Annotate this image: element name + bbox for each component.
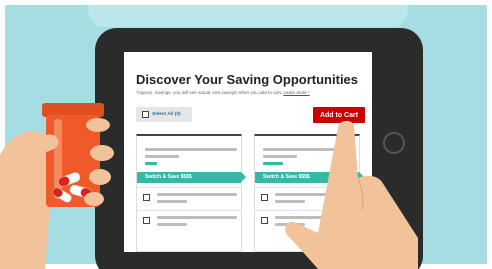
product-card: Switch & Save $$$$ (136, 134, 246, 252)
select-all-label: Select All (0) (152, 112, 181, 117)
list-item[interactable] (137, 210, 241, 233)
select-all-button[interactable]: Select All (0) (136, 107, 192, 122)
page-title: Discover Your Saving Opportunities (136, 72, 359, 87)
placeholder-accent (145, 162, 157, 165)
learn-more-link[interactable]: Learn more › (283, 90, 309, 95)
placeholder-line (157, 216, 237, 219)
checkbox-icon[interactable] (143, 194, 150, 201)
placeholder-line (145, 155, 179, 158)
hand-icon (285, 121, 418, 269)
checkbox-icon[interactable] (261, 217, 268, 224)
list-item[interactable] (137, 187, 241, 210)
pill-bottle-cap (42, 103, 104, 117)
placeholder-line (157, 200, 187, 203)
checkbox-icon[interactable] (142, 111, 149, 118)
hand-holding-pill-bottle (0, 103, 114, 269)
switch-and-save-banner: Switch & Save $$$$ (137, 172, 246, 183)
placeholder-line (157, 223, 187, 226)
illustration: Discover Your Saving Opportunities *Appr… (0, 0, 492, 269)
checkbox-icon[interactable] (261, 194, 268, 201)
placeholder-line (157, 193, 237, 196)
checkbox-icon[interactable] (143, 217, 150, 224)
tablet-top-shape (88, 5, 408, 27)
hand-tapping-screen (285, 121, 418, 269)
placeholder-line (145, 148, 237, 151)
savings-note: *Approx. savings, you will see actual co… (136, 90, 310, 95)
savings-note-text: *Approx. savings, you will see actual co… (136, 90, 283, 95)
